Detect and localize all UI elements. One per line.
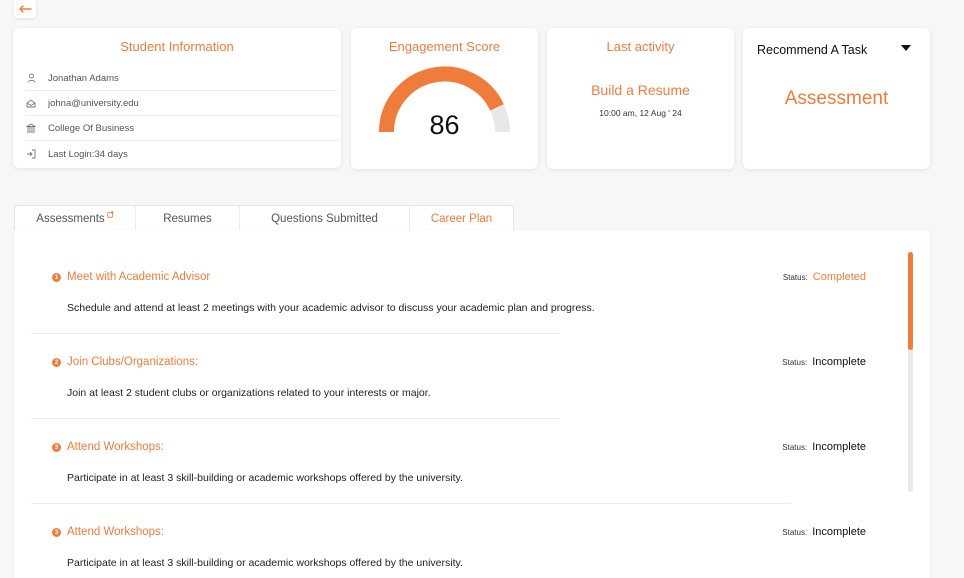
status-label: Status: (782, 527, 808, 537)
last-activity-card: Last activity Build a Resume 10:00 am, 1… (547, 28, 734, 169)
task-title[interactable]: 1 Meet with Academic Advisor (52, 271, 210, 283)
student-email: johna@university.edu (48, 97, 139, 109)
student-info-card: Student Information Jonathan Adams johna… (13, 28, 341, 168)
tab-questions-submitted[interactable]: Questions Submitted (240, 205, 410, 231)
notification-icon (106, 209, 114, 221)
task-status: Status: Incomplete (782, 526, 866, 538)
task-status: Status: Incomplete (782, 356, 866, 368)
task-divider (31, 418, 560, 419)
status-label: Status: (782, 442, 808, 452)
task-number: 3 (52, 442, 61, 452)
student-login-row: Last Login:34 days (25, 141, 339, 167)
recommend-task-value: Assessment (784, 88, 889, 109)
task-title-text: Join Clubs/Organizations: (67, 356, 199, 368)
tab-resumes[interactable]: Resumes (136, 205, 240, 231)
user-icon (25, 72, 37, 84)
last-activity-time: 10:00 am, 12 Aug ' 24 (599, 108, 682, 118)
scrollbar[interactable] (908, 252, 913, 492)
task-description: Join at least 2 student clubs or organiz… (67, 387, 431, 399)
building-icon (25, 122, 37, 134)
tab-bar: Assessments Resumes Questions Submitted … (14, 205, 514, 231)
student-info-title: Student Information (120, 39, 234, 54)
tab-assessments-label: Assessments (36, 212, 105, 225)
task-status: Status: Incomplete (782, 441, 866, 453)
login-icon (25, 148, 37, 160)
task-divider (31, 333, 560, 334)
task-description: Participate in at least 3 skill-building… (67, 472, 463, 484)
status-value: Completed (812, 271, 866, 283)
student-last-login: Last Login:34 days (48, 148, 128, 160)
mail-icon (25, 97, 37, 109)
task-description: Participate in at least 3 skill-building… (67, 557, 463, 569)
back-button[interactable] (14, 0, 36, 18)
task-title[interactable]: 3 Attend Workshops: (52, 526, 164, 538)
tab-career-plan[interactable]: Career Plan (410, 205, 514, 231)
student-college: College Of Business (48, 122, 135, 134)
engagement-score-title: Engagement Score (388, 39, 501, 54)
last-activity-title: Last activity (606, 39, 675, 54)
status-value: Incomplete (812, 526, 866, 538)
caret-down-icon[interactable] (901, 45, 911, 51)
student-college-row: College Of Business (25, 116, 339, 141)
student-name: Jonathan Adams (48, 72, 119, 84)
last-activity-name: Build a Resume (591, 82, 690, 98)
student-email-row: johna@university.edu (25, 91, 339, 116)
status-value: Incomplete (812, 441, 866, 453)
scrollbar-thumb[interactable] (908, 252, 913, 350)
task-divider (31, 503, 791, 504)
tab-assessments[interactable]: Assessments (14, 205, 136, 231)
status-label: Status: (782, 272, 808, 282)
task-number: 3 (52, 527, 61, 537)
task-title[interactable]: 2 Join Clubs/Organizations: (52, 356, 198, 368)
status-label: Status: (782, 357, 808, 367)
task-number: 2 (52, 357, 61, 367)
task-title-text: Attend Workshops: (67, 441, 164, 453)
status-value: Incomplete (812, 356, 866, 368)
student-info-list: Jonathan Adams johna@university.edu Coll… (25, 66, 339, 167)
student-name-row: Jonathan Adams (25, 66, 339, 91)
task-title[interactable]: 3 Attend Workshops: (52, 441, 164, 453)
recommend-task-card: Recommend A Task Assessment (743, 28, 930, 169)
task-description: Schedule and attend at least 2 meetings … (67, 302, 595, 314)
engagement-score-value: 86 (429, 110, 460, 140)
task-title-text: Meet with Academic Advisor (67, 271, 211, 283)
career-plan-panel: 1 Meet with Academic Advisor Schedule an… (14, 230, 930, 578)
task-number: 1 (52, 272, 61, 282)
engagement-score-card: Engagement Score 86 (351, 28, 538, 169)
task-title-text: Attend Workshops: (67, 526, 164, 538)
task-status: Status: Completed (783, 271, 866, 283)
recommend-task-title: Recommend A Task (757, 43, 868, 57)
arrow-left-icon (19, 5, 32, 13)
